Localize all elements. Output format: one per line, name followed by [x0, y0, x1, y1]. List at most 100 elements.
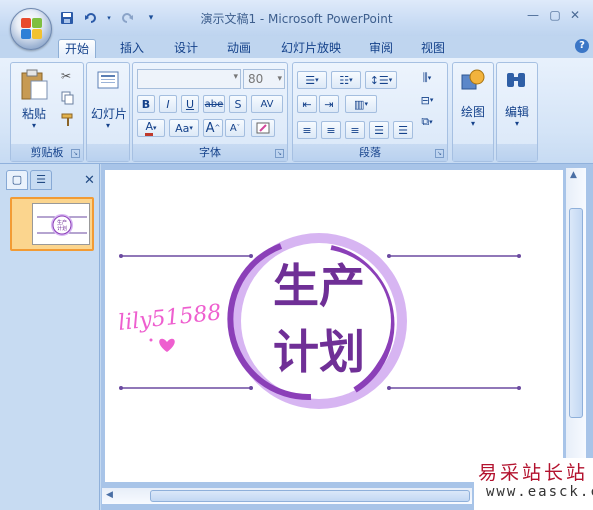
bullets-button[interactable]: ☰ ▾	[297, 71, 327, 89]
slide-icon	[97, 71, 119, 89]
font-color-label: A	[145, 120, 153, 136]
align-text-button[interactable]: ⊟ ▾	[413, 91, 441, 109]
minimize-icon[interactable]: —	[524, 8, 542, 22]
paste-button[interactable]: 粘贴 ▾	[17, 69, 51, 139]
strikethrough-button[interactable]: abe	[203, 95, 225, 113]
group-paragraph: ☰ ▾ ☷ ▾ ↕☰ ▾ ⫼ ▾ ⇤ ⇥ ▥ ▾ ⊟ ▾ ≡ ≡ ≡ ☰ ☰ ⧉ ▾ 段落 ↘	[292, 62, 448, 162]
line-dot	[249, 254, 253, 258]
new-slide-button[interactable]: 幻灯片 ▾	[91, 69, 127, 139]
scroll-up-icon[interactable]: ▲	[570, 170, 577, 180]
font-color-button[interactable]: A ▾	[137, 119, 165, 137]
paste-icon	[21, 69, 48, 100]
office-logo-icon	[21, 18, 43, 40]
copy-icon[interactable]	[61, 91, 75, 108]
paste-dropdown-icon: ▾	[31, 121, 36, 130]
smartart-button[interactable]: ⧉ ▾	[413, 113, 441, 131]
outline-tab-icon[interactable]: ☰	[30, 170, 52, 190]
increase-indent-button[interactable]: ⇥	[319, 95, 339, 113]
shrink-font-label: A	[229, 122, 237, 134]
slides-label: 幻灯片	[90, 107, 127, 121]
align-right-button[interactable]: ≡	[345, 121, 365, 139]
drawing-label: 绘图	[460, 105, 485, 119]
line-dot	[387, 254, 391, 258]
horizontal-scrollbar[interactable]: ◀	[102, 488, 472, 504]
text-direction-button[interactable]: ⫼ ▾	[413, 69, 441, 87]
slides-tab-icon[interactable]: ▢	[6, 170, 28, 190]
title-bar: ▾ ▾ 演示文稿1 - Microsoft PowerPoint — ▢ ✕	[0, 0, 593, 36]
editing-group-footer	[497, 144, 537, 161]
help-icon[interactable]: ?	[575, 39, 589, 53]
scroll-thumb[interactable]	[569, 208, 583, 418]
drawing-dropdown-icon: ▾	[470, 119, 475, 128]
shrink-font-button[interactable]: Aˇ	[225, 119, 245, 137]
numbering-button[interactable]: ☷ ▾	[331, 71, 361, 89]
font-size-select[interactable]: 80 ▾	[243, 69, 285, 89]
change-case-button[interactable]: Aa ▾	[169, 119, 199, 137]
tab-home[interactable]: 开始	[58, 39, 97, 58]
font-name-dropdown-icon: ▾	[233, 72, 238, 82]
slide-thumbnail[interactable]: 生产 计划	[10, 197, 94, 251]
slides-group-label	[87, 144, 129, 161]
slide-thumbnail-preview: 生产 计划	[32, 203, 90, 245]
line-dot	[249, 386, 253, 390]
group-editing: 编辑 ▾	[496, 62, 538, 162]
clipboard-launcher-icon[interactable]: ↘	[71, 149, 80, 158]
binoculars-icon	[507, 73, 525, 87]
font-size-dropdown-icon: ▾	[277, 74, 282, 84]
tab-view[interactable]: 视图	[415, 39, 451, 58]
line-dot	[517, 386, 521, 390]
group-slides: 幻灯片 ▾	[86, 62, 130, 162]
char-spacing-button[interactable]: AV	[251, 95, 283, 113]
change-case-label: Aa	[175, 121, 190, 135]
thumb-title-line1: 生产	[57, 219, 67, 226]
distributed-button[interactable]: ☰	[393, 121, 413, 139]
columns-button[interactable]: ▥ ▾	[345, 95, 377, 113]
format-painter-icon[interactable]	[61, 113, 75, 130]
shadow-button[interactable]: S	[229, 95, 247, 113]
drawing-button[interactable]: 绘图 ▾	[455, 67, 491, 137]
underline-button[interactable]: U	[181, 95, 199, 113]
tab-animations[interactable]: 动画	[221, 39, 257, 58]
watermark-url: www.easck.com	[486, 484, 593, 500]
hscroll-thumb[interactable]	[150, 490, 470, 502]
grow-font-button[interactable]: A ^	[203, 119, 223, 137]
heart-icon	[159, 338, 175, 352]
paragraph-launcher-icon[interactable]: ↘	[435, 149, 444, 158]
justify-button[interactable]: ☰	[369, 121, 389, 139]
line-dot	[119, 254, 123, 258]
line-dot	[387, 386, 391, 390]
paste-label: 粘贴	[21, 107, 46, 121]
handwriting-signature: lily51588	[117, 300, 223, 336]
thumb-title-line2: 计划	[57, 225, 67, 232]
line-spacing-button[interactable]: ↕☰ ▾	[365, 71, 397, 89]
font-launcher-icon[interactable]: ↘	[275, 149, 284, 158]
slide-title-line2: 计划	[273, 325, 365, 379]
window-title: 演示文稿1 - Microsoft PowerPoint	[200, 12, 393, 26]
tab-insert[interactable]: 插入	[114, 39, 150, 58]
change-case-dropdown-icon: ▾	[189, 124, 193, 132]
panel-tabs: ▢ ☰ ✕	[6, 170, 96, 190]
font-name-select[interactable]: ▾	[137, 69, 241, 89]
tab-slideshow[interactable]: 幻灯片放映	[275, 39, 347, 58]
editing-button[interactable]: 编辑 ▾	[499, 67, 535, 137]
office-button[interactable]	[10, 8, 52, 50]
align-left-button[interactable]: ≡	[297, 121, 317, 139]
slide-canvas[interactable]: 生产 计划 lily51588	[105, 170, 563, 482]
drawing-group-footer	[453, 144, 493, 161]
maximize-icon[interactable]: ▢	[546, 8, 564, 22]
font-size-value: 80	[248, 72, 264, 86]
italic-button[interactable]: I	[159, 95, 177, 113]
align-center-button[interactable]: ≡	[321, 121, 341, 139]
font-group-label: 字体	[133, 144, 287, 161]
vertical-scrollbar[interactable]: ▲ ▼	[566, 168, 586, 484]
panel-close-icon[interactable]: ✕	[84, 173, 95, 188]
bold-button[interactable]: B	[137, 95, 155, 113]
cut-icon[interactable]: ✂	[61, 69, 71, 83]
clear-formatting-button[interactable]	[251, 119, 275, 137]
ribbon-tabs: 开始 插入 设计 动画 幻灯片放映 审阅 视图 ?	[0, 36, 593, 58]
scroll-left-icon[interactable]: ◀	[106, 490, 113, 500]
decrease-indent-button[interactable]: ⇤	[297, 95, 317, 113]
tab-design[interactable]: 设计	[168, 39, 204, 58]
tab-review[interactable]: 审阅	[363, 39, 399, 58]
close-icon[interactable]: ✕	[566, 8, 584, 22]
